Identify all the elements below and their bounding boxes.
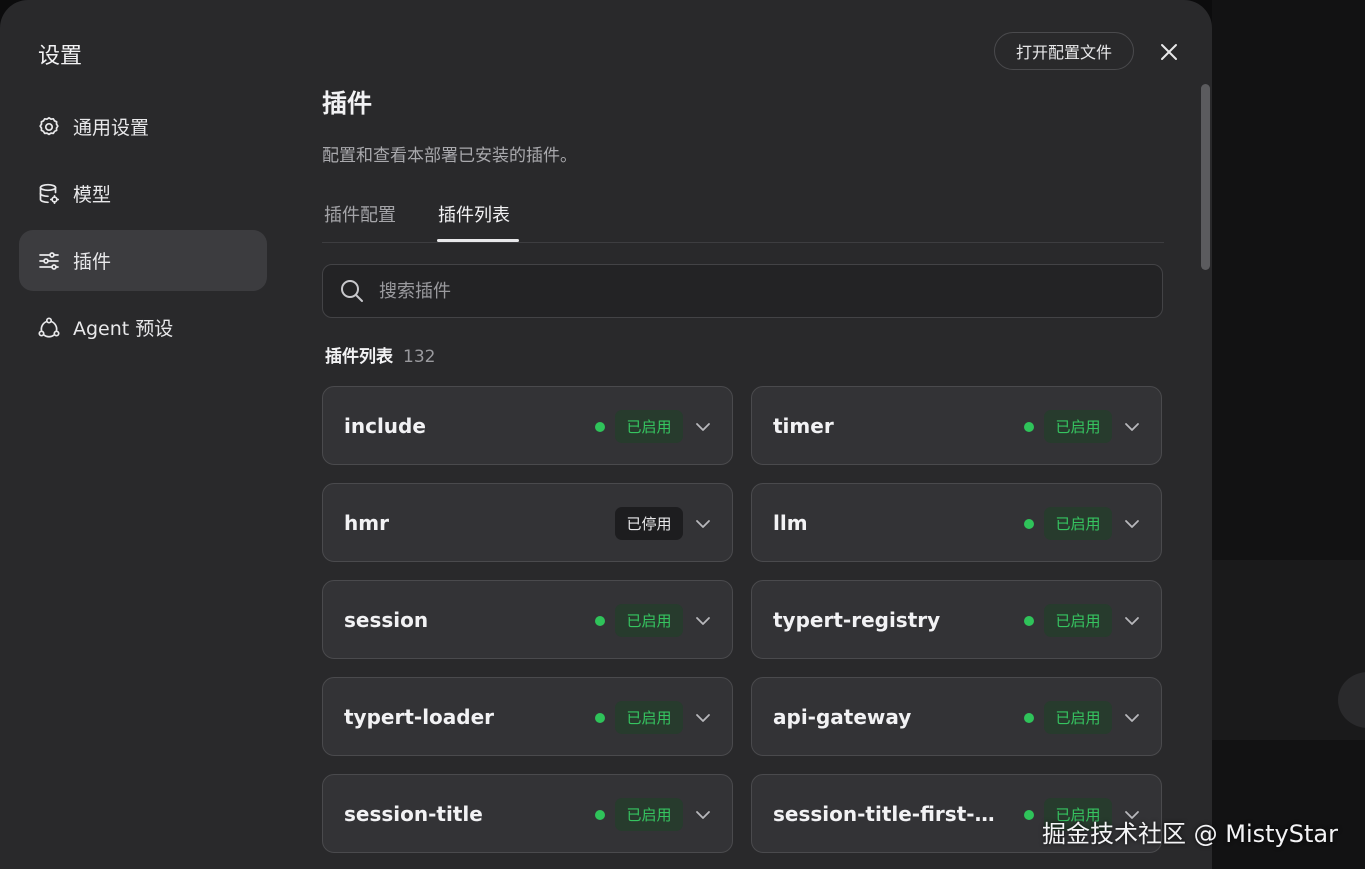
chevron-down-icon[interactable]	[1122, 708, 1142, 728]
sidebar-item-models[interactable]: 模型	[19, 163, 267, 224]
status-badge: 已启用	[615, 604, 683, 637]
plugin-name: include	[344, 414, 426, 438]
plugin-name: timer	[773, 414, 834, 438]
status-dot	[1024, 810, 1034, 820]
sidebar-item-plugins[interactable]: 插件	[19, 230, 267, 291]
status-badge: 已停用	[615, 507, 683, 540]
status-dot	[1024, 519, 1034, 529]
tab-plugin-config[interactable]: 插件配置	[324, 201, 396, 227]
chevron-down-icon[interactable]	[1122, 514, 1142, 534]
list-title: 插件列表	[325, 347, 393, 367]
agent-network-icon	[38, 316, 60, 338]
status-badge: 已启用	[1044, 701, 1112, 734]
sidebar-item-label: 插件	[73, 251, 112, 273]
plugin-card[interactable]: include 已启用	[322, 386, 733, 465]
sidebar-item-label: Agent 预设	[73, 318, 174, 340]
tab-bar: 插件配置 插件列表	[322, 199, 1164, 243]
list-heading: 插件列表 132	[325, 342, 435, 367]
plugin-name: session-title	[344, 802, 483, 826]
status-dot	[1024, 422, 1034, 432]
open-config-file-button[interactable]: 打开配置文件	[994, 32, 1134, 70]
plugin-card[interactable]: hmr 已停用	[322, 483, 733, 562]
plugin-name: hmr	[344, 511, 389, 535]
sidebar-item-agent-presets[interactable]: Agent 预设	[19, 297, 267, 358]
search-box	[322, 264, 1163, 318]
settings-sidebar: 通用设置 模型 插件 Agent 预设	[19, 96, 267, 364]
active-tab-indicator	[437, 239, 519, 242]
sliders-icon	[39, 251, 59, 270]
status-badge: 已启用	[615, 410, 683, 443]
chevron-down-icon[interactable]	[1122, 417, 1142, 437]
chevron-down-icon[interactable]	[693, 805, 713, 825]
page-title: 插件	[322, 89, 373, 118]
plugin-name: api-gateway	[773, 705, 912, 729]
close-icon	[1161, 44, 1177, 60]
plugin-card[interactable]: session-title 已启用	[322, 774, 733, 853]
plugin-name: session	[344, 608, 429, 632]
plugin-name: typert-registry	[773, 608, 941, 632]
plugin-card[interactable]: api-gateway 已启用	[751, 677, 1162, 756]
scrollbar-thumb[interactable]	[1201, 84, 1210, 270]
chevron-down-icon[interactable]	[693, 514, 713, 534]
status-dot	[595, 422, 605, 432]
plugin-name: session-title-first-m...	[773, 802, 1013, 826]
gear-icon	[39, 116, 59, 135]
database-icon	[39, 183, 60, 204]
status-dot	[595, 616, 605, 626]
search-icon	[341, 280, 363, 302]
status-badge: 已启用	[615, 701, 683, 734]
plugin-card[interactable]: timer 已启用	[751, 386, 1162, 465]
chevron-down-icon[interactable]	[693, 417, 713, 437]
sidebar-item-label: 通用设置	[73, 117, 150, 139]
status-badge: 已启用	[1044, 604, 1112, 637]
search-input[interactable]	[377, 279, 1081, 303]
plugin-card[interactable]: session 已启用	[322, 580, 733, 659]
plugin-card[interactable]: typert-registry 已启用	[751, 580, 1162, 659]
status-dot	[1024, 616, 1034, 626]
status-badge: 已启用	[1044, 507, 1112, 540]
sidebar-item-general[interactable]: 通用设置	[19, 96, 267, 157]
tab-plugin-list[interactable]: 插件列表	[438, 201, 510, 227]
plugin-name: llm	[773, 511, 808, 535]
sidebar-item-label: 模型	[73, 184, 112, 206]
status-badge: 已启用	[615, 798, 683, 831]
backdrop-area	[1212, 0, 1365, 869]
status-dot	[595, 713, 605, 723]
dialog-title: 设置	[38, 44, 83, 69]
status-badge: 已启用	[1044, 410, 1112, 443]
watermark: 掘金技术社区 @ MistyStar	[1042, 820, 1338, 848]
plugin-count: 132	[403, 347, 436, 367]
chevron-down-icon[interactable]	[693, 708, 713, 728]
settings-dialog: 设置 通用设置 模型 插件 Agent 预设 打开配置文件 插件 配置和查看本部…	[0, 0, 1212, 869]
status-dot	[595, 810, 605, 820]
plugin-card[interactable]: typert-loader 已启用	[322, 677, 733, 756]
plugin-card[interactable]: llm 已启用	[751, 483, 1162, 562]
chevron-down-icon[interactable]	[693, 611, 713, 631]
close-button[interactable]	[1156, 39, 1182, 65]
page-description: 配置和查看本部署已安装的插件。	[322, 146, 577, 166]
status-dot	[1024, 713, 1034, 723]
chevron-down-icon[interactable]	[1122, 611, 1142, 631]
plugin-name: typert-loader	[344, 705, 495, 729]
